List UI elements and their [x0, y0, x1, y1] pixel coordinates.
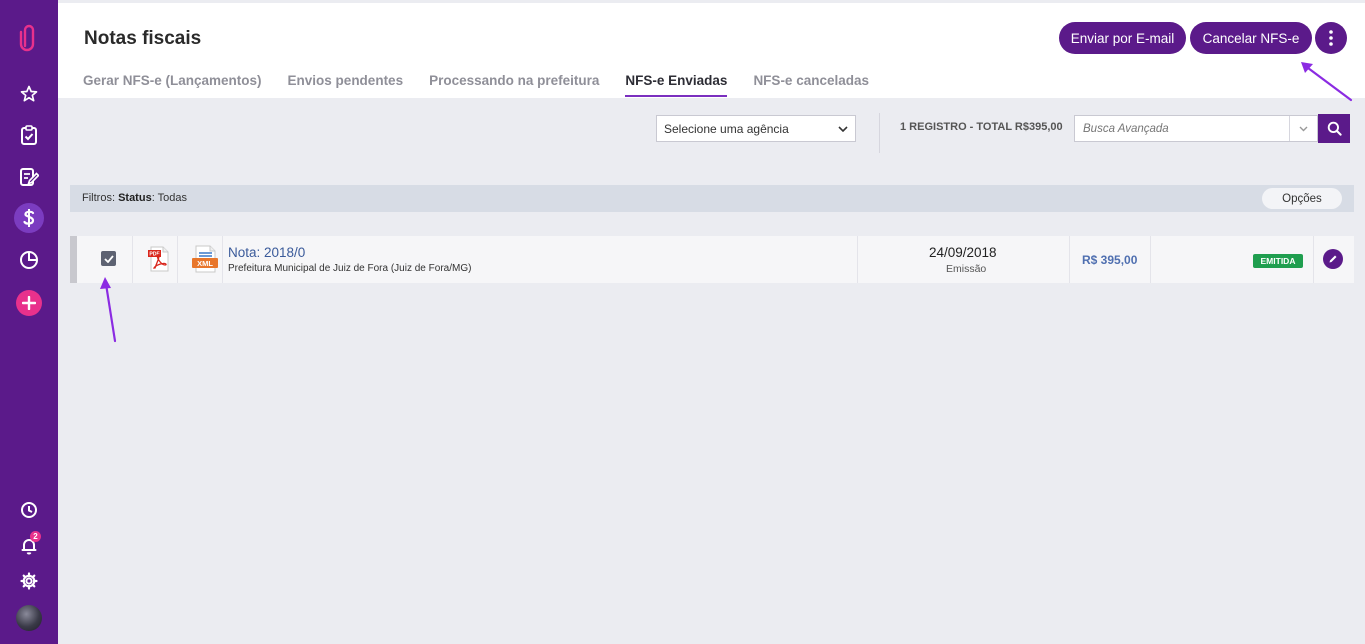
edit-note-icon[interactable]: [0, 159, 58, 195]
clock-icon[interactable]: [0, 492, 58, 528]
filter-bar: Filtros: Status: Todas Opções: [70, 185, 1354, 212]
dollar-icon[interactable]: [0, 200, 58, 236]
agency-select[interactable]: Selecione uma agência: [656, 115, 856, 142]
row-checkbox[interactable]: [101, 251, 116, 266]
search-icon: [1327, 121, 1342, 136]
cell-divider: [1313, 236, 1314, 283]
edit-button[interactable]: [1323, 249, 1343, 269]
status-badge: EMITIDA: [1253, 254, 1303, 268]
agency-select-value: Selecione uma agência: [664, 121, 789, 136]
pencil-icon: [1329, 255, 1337, 263]
cell-divider: [1150, 236, 1151, 283]
svg-text:XML: XML: [197, 259, 213, 268]
sidebar: 2: [0, 0, 58, 644]
search-button[interactable]: [1318, 114, 1350, 143]
note-title-link[interactable]: Nota: 2018/0: [228, 245, 305, 260]
amount: R$ 395,00: [1082, 253, 1138, 267]
gear-icon[interactable]: [0, 563, 58, 599]
search-input[interactable]: [1075, 116, 1289, 141]
cell-divider: [177, 236, 178, 283]
divider: [879, 113, 880, 153]
tab-bar: Gerar NFS-e (Lançamentos) Envios pendent…: [83, 73, 895, 97]
tab-envios-pendentes[interactable]: Envios pendentes: [288, 73, 404, 97]
tab-nfse-canceladas[interactable]: NFS-e canceladas: [753, 73, 869, 97]
more-options-button[interactable]: [1315, 22, 1347, 54]
xml-icon[interactable]: XML: [191, 245, 219, 273]
pdf-icon[interactable]: PDF: [146, 246, 172, 272]
chevron-down-icon: [1299, 126, 1308, 131]
options-button[interactable]: Opções: [1262, 188, 1342, 209]
issue-date: 24/09/2018: [929, 245, 997, 260]
records-total: 1 REGISTRO - TOTAL R$395,00: [900, 121, 1063, 133]
filter-status-label: Status: [118, 192, 152, 204]
clipboard-check-icon[interactable]: [0, 117, 58, 153]
table-row[interactable]: PDF XML Nota: 2018/0 Prefeitura Municipa…: [70, 236, 1354, 283]
star-icon[interactable]: [0, 76, 58, 112]
page-title: Notas fiscais: [84, 28, 202, 49]
tab-processando[interactable]: Processando na prefeitura: [429, 73, 599, 97]
kebab-icon: [1329, 30, 1333, 46]
issue-date-label: Emissão: [946, 263, 987, 275]
filter-prefix: Filtros:: [82, 192, 115, 204]
page-header: Notas fiscais Gerar NFS-e (Lançamentos) …: [58, 3, 1365, 98]
chevron-down-icon: [838, 125, 848, 132]
search-dropdown-toggle[interactable]: [1289, 116, 1317, 141]
note-municipality: Prefeitura Municipal de Juiz de Fora (Ju…: [228, 263, 472, 274]
send-email-button[interactable]: Enviar por E-mail: [1059, 22, 1186, 54]
tab-nfse-enviadas[interactable]: NFS-e Enviadas: [625, 73, 728, 97]
advanced-search: [1074, 115, 1318, 142]
cell-divider: [222, 236, 223, 283]
bell-icon[interactable]: 2: [0, 528, 58, 564]
notification-count-badge: 2: [30, 531, 41, 542]
tab-gerar-nfse[interactable]: Gerar NFS-e (Lançamentos): [83, 73, 262, 97]
cell-divider: [1069, 236, 1070, 283]
filter-status-value: : Todas: [151, 192, 187, 204]
plus-icon[interactable]: [0, 285, 58, 321]
check-icon: [103, 254, 114, 263]
pie-chart-icon[interactable]: [0, 242, 58, 278]
avatar: [16, 605, 42, 631]
user-avatar[interactable]: [0, 600, 58, 636]
logo-paperclip-icon[interactable]: [0, 20, 58, 56]
cancel-nfse-button[interactable]: Cancelar NFS-e: [1190, 22, 1312, 54]
cell-divider: [132, 236, 133, 283]
cell-divider: [857, 236, 858, 283]
filter-summary: Filtros: Status: Todas: [82, 192, 187, 204]
